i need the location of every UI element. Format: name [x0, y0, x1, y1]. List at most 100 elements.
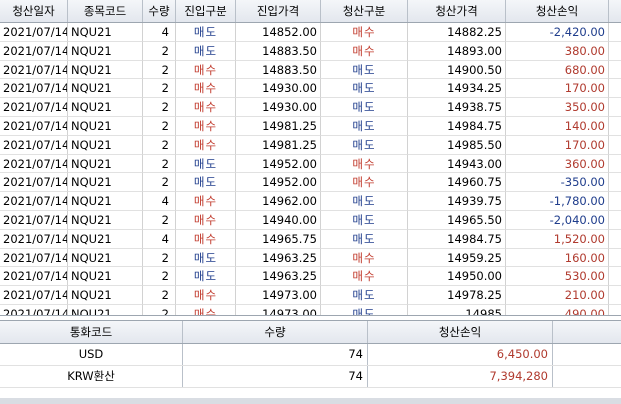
- cell-spacer: [609, 42, 621, 61]
- table-row[interactable]: 2021/07/14 NQU21 2 매수 14930.00 매도 14934.25 170.…: [0, 79, 621, 99]
- cell-exit-type: 매도: [321, 286, 408, 305]
- summary-row[interactable]: KRW환산 74 7,394,280: [0, 366, 621, 388]
- cell-entry-type: 매도: [176, 267, 236, 287]
- summary-col-qty[interactable]: 수량: [183, 321, 368, 343]
- cell-exit-price: 14965.50: [408, 210, 506, 230]
- trades-body: 2021/07/14 NQU21 4 매도 14852.00 매수 14882.25 -2,4…: [0, 23, 621, 315]
- cell-entry-type: 매도: [176, 23, 236, 42]
- cell-entry-price: 14963.25: [236, 248, 321, 268]
- summary-col-currency[interactable]: 통화코드: [0, 321, 183, 343]
- col-header-entry-type[interactable]: 진입구분: [176, 0, 236, 22]
- col-header-entry-price[interactable]: 진입가격: [236, 0, 321, 22]
- cell-pl: 210.00: [506, 286, 609, 305]
- table-row[interactable]: 2021/07/14 NQU21 2 매수 14883.50 매도 14900.50 680.…: [0, 60, 621, 80]
- cell-entry-type: 매도: [176, 41, 236, 61]
- summary-row[interactable]: USD 74 6,450.00: [0, 344, 621, 366]
- cell-pl: 490.00: [506, 304, 609, 315]
- cell-entry-price: 14952.00: [236, 154, 321, 174]
- cell-qty: 2: [143, 173, 176, 193]
- cell-entry-price: 14981.25: [236, 116, 321, 136]
- summary-body: USD 74 6,450.00 KRW환산 74 7,394,280: [0, 344, 621, 388]
- horizontal-scrollbar[interactable]: [0, 398, 621, 404]
- cell-code: NQU21: [68, 116, 143, 136]
- cell-entry-type: 매수: [176, 210, 236, 230]
- table-row[interactable]: 2021/07/14 NQU21 2 매수 14973.00 매도 14978.25 210.…: [0, 286, 621, 305]
- col-header-qty[interactable]: 수량: [143, 0, 176, 22]
- col-header-exit-type[interactable]: 청산구분: [321, 0, 408, 22]
- table-row[interactable]: 2021/07/14 NQU21 2 매수 14940.00 매도 14965.50 -2,0…: [0, 210, 621, 230]
- table-row[interactable]: 2021/07/14 NQU21 2 매수 14973.00 매도 14985 490.00: [0, 304, 621, 315]
- cell-pl: 530.00: [506, 267, 609, 287]
- cell-pl: 170.00: [506, 79, 609, 99]
- col-header-date[interactable]: 청산일자: [0, 0, 68, 22]
- cell-qty: 2: [143, 135, 176, 155]
- table-row[interactable]: 2021/07/14 NQU21 2 매도 14963.25 매수 14950.00 530.…: [0, 267, 621, 287]
- cell-pl: -2,420.00: [506, 23, 609, 42]
- cell-exit-type: 매도: [321, 192, 408, 211]
- table-row[interactable]: 2021/07/14 NQU21 2 매도 14963.25 매수 14959.25 160.…: [0, 248, 621, 268]
- cell-pl: 1,520.00: [506, 229, 609, 249]
- cell-qty: 2: [143, 98, 176, 117]
- cell-entry-price: 14962.00: [236, 192, 321, 211]
- cell-code: NQU21: [68, 135, 143, 155]
- table-row[interactable]: 2021/07/14 NQU21 2 매수 14981.25 매도 14984.75 140.…: [0, 116, 621, 136]
- cell-date: 2021/07/14: [0, 267, 68, 287]
- cell-exit-type: 매도: [321, 135, 408, 155]
- table-row[interactable]: 2021/07/14 NQU21 4 매도 14852.00 매수 14882.25 -2,4…: [0, 23, 621, 42]
- cell-code: NQU21: [68, 229, 143, 249]
- col-header-exit-price[interactable]: 청산가격: [408, 0, 506, 22]
- cell-exit-price: 14950.00: [408, 267, 506, 287]
- cell-pl: -350.00: [506, 173, 609, 193]
- cell-entry-type: 매수: [176, 98, 236, 117]
- cell-pl: 170.00: [506, 135, 609, 155]
- cell-date: 2021/07/14: [0, 116, 68, 136]
- cell-code: NQU21: [68, 286, 143, 305]
- summary-cell-pl: 7,394,280: [368, 366, 553, 387]
- cell-exit-price: 14893.00: [408, 41, 506, 61]
- cell-exit-price: 14984.75: [408, 116, 506, 136]
- summary-cell-qty: 74: [183, 366, 368, 387]
- cell-exit-price: 14985.50: [408, 135, 506, 155]
- cell-date: 2021/07/14: [0, 248, 68, 268]
- table-row[interactable]: 2021/07/14 NQU21 2 매수 14981.25 매도 14985.50 170.…: [0, 135, 621, 155]
- summary-grid[interactable]: 통화코드 수량 청산손익 USD 74 6,450.00 KRW환산 74 7,394,2…: [0, 320, 621, 388]
- cell-qty: 2: [143, 210, 176, 230]
- cell-qty: 2: [143, 248, 176, 268]
- summary-cell-spacer: [553, 366, 621, 387]
- cell-exit-type: 매수: [321, 248, 408, 268]
- cell-exit-type: 매도: [321, 116, 408, 136]
- cell-exit-type: 매수: [321, 154, 408, 174]
- cell-qty: 2: [143, 154, 176, 174]
- cell-exit-price: 14985: [408, 304, 506, 315]
- cell-spacer: [609, 211, 621, 230]
- table-row[interactable]: 2021/07/14 NQU21 2 매도 14952.00 매수 14960.75 -350…: [0, 173, 621, 193]
- cell-code: NQU21: [68, 154, 143, 174]
- col-header-spacer: [609, 0, 621, 22]
- cell-entry-price: 14981.25: [236, 135, 321, 155]
- cell-exit-type: 매도: [321, 229, 408, 249]
- cell-qty: 2: [143, 304, 176, 315]
- col-header-pl[interactable]: 청산손익: [506, 0, 609, 22]
- table-row[interactable]: 2021/07/14 NQU21 2 매수 14930.00 매도 14938.75 350.…: [0, 98, 621, 117]
- cell-entry-type: 매도: [176, 248, 236, 268]
- col-header-code[interactable]: 종목코드: [68, 0, 143, 22]
- cell-date: 2021/07/14: [0, 98, 68, 117]
- cell-entry-price: 14952.00: [236, 173, 321, 193]
- cell-qty: 2: [143, 60, 176, 80]
- cell-exit-type: 매수: [321, 23, 408, 42]
- cell-code: NQU21: [68, 173, 143, 193]
- table-row[interactable]: 2021/07/14 NQU21 2 매도 14883.50 매수 14893.00 380.…: [0, 41, 621, 61]
- table-row[interactable]: 2021/07/14 NQU21 4 매수 14965.75 매도 14984.75 1,52…: [0, 229, 621, 249]
- summary-col-pl[interactable]: 청산손익: [368, 321, 553, 343]
- trades-grid[interactable]: 청산일자 종목코드 수량 진입구분 진입가격 청산구분 청산가격 청산손익 20…: [0, 0, 621, 316]
- cell-exit-price: 14984.75: [408, 229, 506, 249]
- cell-spacer: [609, 249, 621, 268]
- cell-exit-price: 14959.25: [408, 248, 506, 268]
- table-row[interactable]: 2021/07/14 NQU21 4 매수 14962.00 매도 14939.75 -1,7…: [0, 192, 621, 211]
- cell-spacer: [609, 79, 621, 99]
- table-row[interactable]: 2021/07/14 NQU21 2 매도 14952.00 매수 14943.00 360.…: [0, 154, 621, 174]
- cell-entry-type: 매수: [176, 116, 236, 136]
- cell-exit-price: 14978.25: [408, 286, 506, 305]
- cell-code: NQU21: [68, 248, 143, 268]
- cell-date: 2021/07/14: [0, 79, 68, 99]
